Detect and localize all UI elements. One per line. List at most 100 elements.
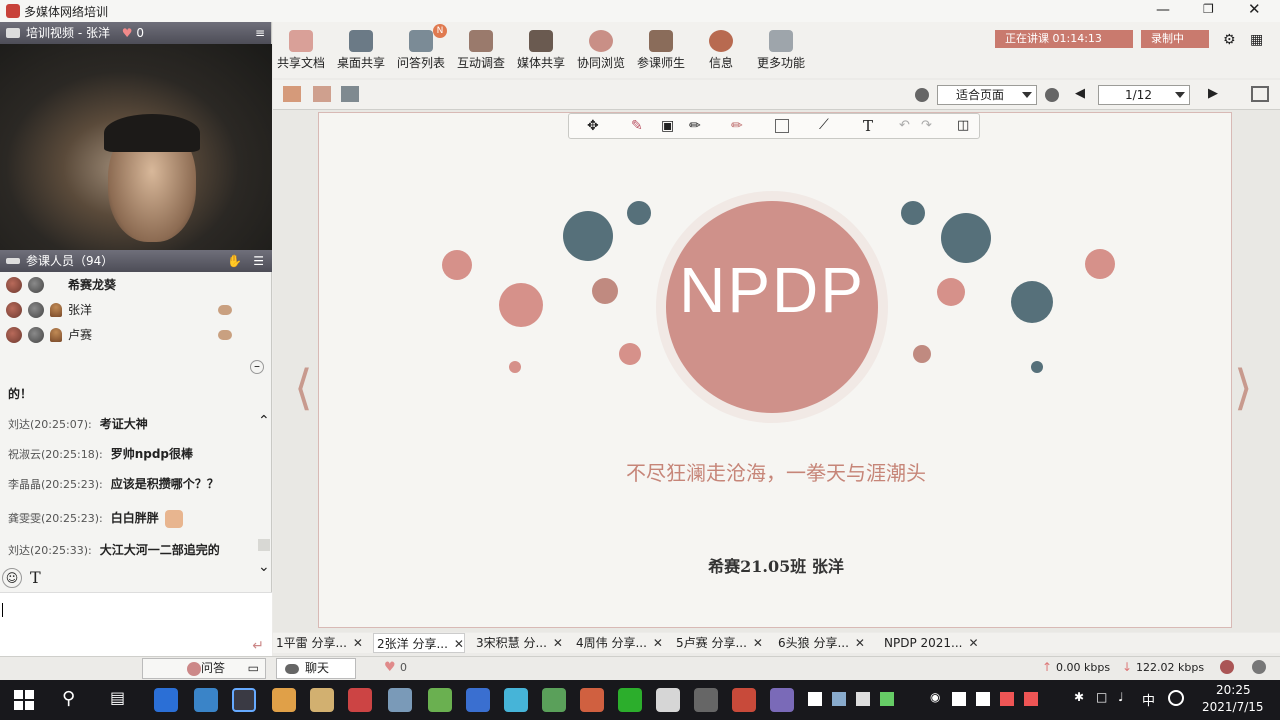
clock-date[interactable]: 2021/7/15 <box>1202 700 1264 714</box>
network-icon[interactable] <box>1252 660 1266 674</box>
desktop-share-button[interactable]: 桌面共享 <box>333 30 389 71</box>
camera-icon[interactable] <box>28 326 44 343</box>
app-icon[interactable] <box>770 688 794 712</box>
close-icon[interactable]: ✕ <box>969 636 979 650</box>
tray-icon[interactable] <box>952 692 966 706</box>
clear-icon[interactable]: ◫ <box>957 118 969 133</box>
app-icon[interactable] <box>310 688 334 712</box>
tray-icon[interactable]: ◉ <box>930 690 940 704</box>
line-icon[interactable]: ⟋ <box>819 117 829 133</box>
mic-icon[interactable] <box>6 276 22 293</box>
select-icon[interactable]: ▣ <box>661 118 674 134</box>
fullscreen-icon[interactable] <box>1251 86 1269 102</box>
app-icon[interactable] <box>542 688 566 712</box>
app-icon[interactable] <box>272 688 296 712</box>
highlighter-icon[interactable]: ✏ <box>731 118 743 134</box>
tray-shield-icon[interactable] <box>856 692 870 706</box>
app-icon[interactable] <box>656 688 680 712</box>
panel-menu-icon[interactable]: ≡ <box>255 22 265 44</box>
prev-page-icon[interactable]: ◀ <box>1075 86 1085 101</box>
doc-tab[interactable]: NPDP 2021... ✕ <box>881 633 979 653</box>
settings-icon[interactable]: ⚙ <box>1223 32 1236 48</box>
close-button[interactable]: ✕ <box>1248 0 1261 18</box>
chat-input[interactable]: ↵ <box>0 592 272 658</box>
rectangle-icon[interactable] <box>775 119 789 133</box>
next-slide-arrow[interactable]: ⟩ <box>1234 360 1253 416</box>
zoom-out-icon[interactable] <box>1045 88 1059 102</box>
eraser-icon[interactable]: ✎ <box>631 118 643 134</box>
close-icon[interactable]: ✕ <box>855 636 865 650</box>
prev-slide-arrow[interactable]: ⟨ <box>294 360 313 416</box>
fit-select[interactable]: 适合页面 <box>937 85 1037 105</box>
zoom-in-icon[interactable] <box>915 88 929 102</box>
bug-icon[interactable] <box>1220 660 1234 674</box>
tray-icon[interactable] <box>808 692 822 706</box>
close-icon[interactable]: ✕ <box>353 636 363 650</box>
new-doc-icon[interactable] <box>313 86 331 102</box>
open-folder-icon[interactable] <box>283 86 301 102</box>
search-icon[interactable]: ⚲ <box>62 688 75 709</box>
app-icon[interactable] <box>580 688 604 712</box>
network-icon[interactable]: □ <box>1096 690 1107 704</box>
info-button[interactable]: 信息 <box>693 30 749 71</box>
text-format-icon[interactable]: T <box>30 568 41 587</box>
emoji-picker-icon[interactable]: ☺ <box>2 568 22 588</box>
tray-icon[interactable] <box>880 692 894 706</box>
text-tool-icon[interactable]: T <box>863 117 873 135</box>
attendees-button[interactable]: 参课师生 <box>633 30 689 71</box>
bluetooth-icon[interactable]: ✱ <box>1074 690 1084 704</box>
doc-tab[interactable]: 1平雷 分享... ✕ <box>273 633 363 653</box>
shield-icon[interactable] <box>466 688 490 712</box>
chat-bubble-icon[interactable] <box>218 329 232 340</box>
qa-list-button[interactable]: 问答列表 N <box>393 24 449 71</box>
browser-icon[interactable] <box>232 688 256 712</box>
clock-time[interactable]: 20:25 <box>1216 683 1251 697</box>
more-features-button[interactable]: 更多功能 <box>753 30 809 71</box>
qa-tab[interactable]: 问答 ▭ <box>142 658 266 679</box>
minimize-button[interactable]: — <box>1156 2 1170 18</box>
ie-icon[interactable] <box>154 688 178 712</box>
tray-icon[interactable] <box>1000 692 1014 706</box>
recording-status[interactable]: 录制中 <box>1141 30 1209 48</box>
tray-icon[interactable] <box>832 692 846 706</box>
send-icon[interactable]: ↵ <box>252 638 264 654</box>
pointer-icon[interactable]: ✥ <box>587 118 599 134</box>
scrollbar-thumb[interactable] <box>258 539 270 551</box>
mic-icon[interactable] <box>6 326 22 343</box>
doc-tab[interactable]: 3宋积慧 分... ✕ <box>473 633 563 653</box>
pen-icon[interactable]: ✏ <box>689 118 701 134</box>
camera-icon[interactable] <box>28 301 44 318</box>
doc-tab[interactable]: 6头狼 分享... ✕ <box>775 633 865 653</box>
next-page-icon[interactable]: ▶ <box>1208 86 1218 101</box>
survey-button[interactable]: 互动调查 <box>453 30 509 71</box>
heart-icon[interactable]: ♥ <box>384 660 396 675</box>
participant-row[interactable]: 张洋 <box>0 297 272 322</box>
minimize-icon[interactable]: ▭ <box>248 659 259 678</box>
chat-bubble-icon[interactable] <box>218 304 232 315</box>
participant-row[interactable]: 希赛龙葵 <box>0 272 272 297</box>
start-button[interactable] <box>14 690 34 710</box>
app-icon[interactable] <box>504 688 528 712</box>
nvidia-icon[interactable] <box>428 688 452 712</box>
wechat-icon[interactable] <box>618 688 642 712</box>
redo-icon[interactable]: ↷ <box>921 118 932 133</box>
search-tray-icon[interactable] <box>1168 690 1184 706</box>
close-icon[interactable]: ✕ <box>553 636 563 650</box>
media-share-button[interactable]: 媒体共享 <box>513 30 569 71</box>
tray-icon[interactable] <box>976 692 990 706</box>
app-icon[interactable] <box>194 688 218 712</box>
tray-icon[interactable] <box>1024 692 1038 706</box>
volume-icon[interactable]: ♩ <box>1118 690 1124 704</box>
close-icon[interactable]: ✕ <box>454 637 464 651</box>
doc-tab-active[interactable]: 2张洋 分享... ✕ <box>373 633 465 653</box>
task-view-icon[interactable]: ▤ <box>110 688 125 707</box>
chat-tab[interactable]: 聊天 <box>276 658 356 679</box>
maximize-button[interactable]: ❐ <box>1203 2 1214 16</box>
app-icon[interactable] <box>388 688 412 712</box>
camera-icon[interactable] <box>28 276 44 293</box>
undo-icon[interactable]: ↶ <box>899 118 910 133</box>
doc-tab[interactable]: 5卢赛 分享... ✕ <box>673 633 763 653</box>
participants-settings-icon[interactable]: ☰ <box>253 250 264 272</box>
mic-icon[interactable] <box>6 301 22 318</box>
share-docs-button[interactable]: 共享文档 <box>273 30 329 71</box>
